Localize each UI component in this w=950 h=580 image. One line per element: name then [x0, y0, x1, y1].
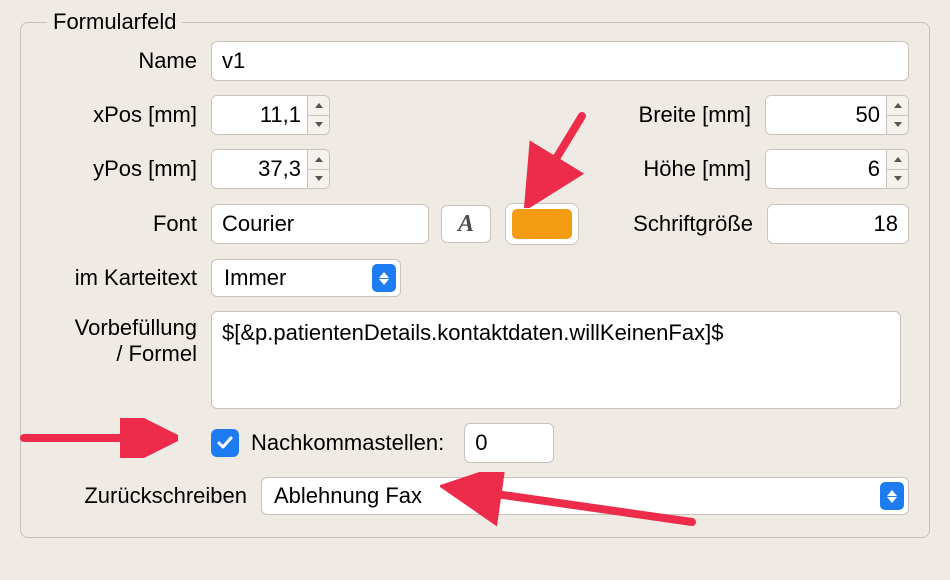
color-swatch-button[interactable] — [505, 203, 579, 245]
color-swatch-icon — [512, 209, 572, 239]
hoehe-label: Höhe [mm] — [615, 156, 765, 182]
font-picker-button[interactable]: A — [441, 205, 491, 243]
schriftgroesse-input[interactable] — [767, 204, 909, 244]
schriftgroesse-label: Schriftgröße — [617, 211, 767, 237]
font-label: Font — [41, 211, 211, 237]
spinner-up-icon[interactable] — [308, 150, 329, 170]
hoehe-input[interactable] — [766, 150, 886, 188]
nachkommastellen-row: Nachkommastellen: — [41, 423, 909, 463]
nachkommastellen-input[interactable] — [464, 423, 554, 463]
karteitext-label: im Karteitext — [41, 265, 211, 291]
ypos-stepper-buttons — [307, 150, 329, 188]
breite-label: Breite [mm] — [615, 102, 765, 128]
font-input[interactable] — [211, 204, 429, 244]
karteitext-select[interactable]: Immer — [211, 259, 401, 297]
checkmark-icon — [216, 434, 234, 452]
spinner-up-icon[interactable] — [887, 96, 908, 116]
ypos-input[interactable] — [212, 150, 307, 188]
breite-input[interactable] — [766, 96, 886, 134]
breite-stepper-buttons — [886, 96, 908, 134]
name-input[interactable] — [211, 41, 909, 81]
nachkommastellen-label: Nachkommastellen: — [251, 430, 444, 456]
nachkommastellen-checkbox[interactable] — [211, 429, 239, 457]
karteitext-row: im Karteitext Immer — [41, 259, 909, 297]
zurueckschreiben-label: Zurückschreiben — [41, 483, 261, 509]
select-updown-icon — [372, 264, 396, 292]
spinner-up-icon[interactable] — [887, 150, 908, 170]
groupbox-legend: Formularfeld — [47, 9, 182, 35]
font-letter-icon: A — [458, 211, 474, 238]
formularfeld-groupbox: Formularfeld Name xPos [mm] Breite [ — [20, 22, 930, 538]
vorbefuellung-label-line2: / Formel — [41, 341, 197, 367]
spinner-down-icon[interactable] — [887, 170, 908, 189]
select-updown-icon — [880, 482, 904, 510]
spinner-down-icon[interactable] — [308, 170, 329, 189]
spinner-down-icon[interactable] — [308, 116, 329, 135]
zurueckschreiben-row: Zurückschreiben Ablehnung Fax — [41, 477, 909, 515]
spinner-up-icon[interactable] — [308, 96, 329, 116]
vorbefuellung-row: Vorbefüllung / Formel — [41, 311, 909, 409]
karteitext-selected-value: Immer — [224, 265, 362, 291]
zurueckschreiben-selected-value: Ablehnung Fax — [274, 483, 870, 509]
vorbefuellung-label-line1: Vorbefüllung — [41, 315, 197, 341]
vorbefuellung-label: Vorbefüllung / Formel — [41, 311, 211, 367]
hoehe-stepper-buttons — [886, 150, 908, 188]
ypos-spinner[interactable] — [211, 149, 330, 189]
ypos-hoehe-row: yPos [mm] Höhe [mm] — [41, 149, 909, 189]
xpos-breite-row: xPos [mm] Breite [mm] — [41, 95, 909, 135]
breite-spinner[interactable] — [765, 95, 909, 135]
xpos-spinner[interactable] — [211, 95, 330, 135]
ypos-label: yPos [mm] — [41, 156, 211, 182]
spinner-down-icon[interactable] — [887, 116, 908, 135]
zurueckschreiben-select[interactable]: Ablehnung Fax — [261, 477, 909, 515]
font-row: Font A Schriftgröße — [41, 203, 909, 245]
name-label: Name — [41, 48, 211, 74]
xpos-stepper-buttons — [307, 96, 329, 134]
name-row: Name — [41, 41, 909, 81]
hoehe-spinner[interactable] — [765, 149, 909, 189]
xpos-input[interactable] — [212, 96, 307, 134]
xpos-label: xPos [mm] — [41, 102, 211, 128]
vorbefuellung-textarea[interactable] — [211, 311, 901, 409]
